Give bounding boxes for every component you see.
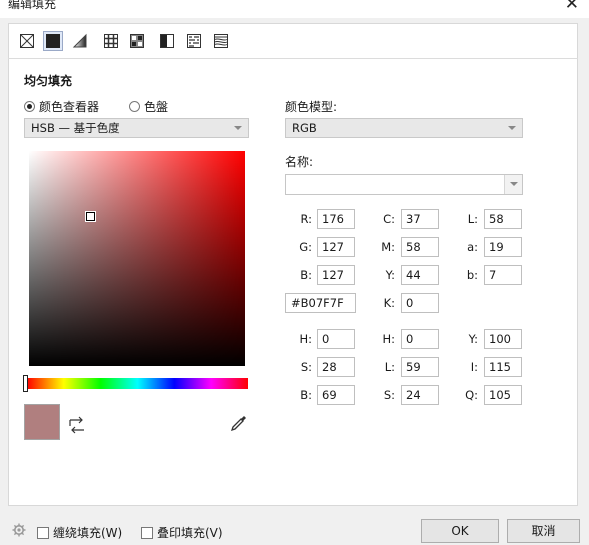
lab-b-field[interactable]: 7: [484, 265, 522, 285]
color-model-label: 颜色模型:: [285, 100, 338, 114]
r-field[interactable]: 176: [317, 209, 355, 229]
hls-s-label: S:: [383, 388, 395, 402]
color-viewer-label: 颜色查看器: [39, 100, 100, 114]
name-combo[interactable]: [285, 174, 523, 195]
color-model-value: RGB: [292, 121, 317, 135]
m-label: M:: [381, 240, 395, 254]
viewer-select-value: HSB — 基于色度: [31, 121, 120, 135]
hls-h-label: H:: [382, 332, 395, 346]
m-field[interactable]: 58: [401, 237, 439, 257]
name-label: 名称:: [285, 155, 314, 169]
wrap-fill-checkbox[interactable]: 缠绕填充(W): [37, 524, 122, 541]
uniform-fill-icon[interactable]: [43, 31, 63, 51]
cmyk-y-field[interactable]: 44: [401, 265, 439, 285]
hue-slider-handle[interactable]: [23, 375, 28, 392]
hsb-h-field[interactable]: 0: [317, 329, 355, 349]
color-model-select[interactable]: RGB: [285, 118, 523, 138]
b-field[interactable]: 127: [317, 265, 355, 285]
color-viewer-radio[interactable]: 颜色查看器: [24, 98, 99, 115]
k-field[interactable]: 0: [401, 293, 439, 313]
title-bar: 编辑填充 ✕: [0, 0, 589, 18]
overprint-fill-checkbox[interactable]: 叠印填充(V): [141, 524, 223, 541]
k-label: K:: [383, 296, 395, 310]
hex-color-field[interactable]: #B07F7F: [285, 293, 356, 313]
hls-l-field[interactable]: 59: [401, 357, 439, 377]
lab-l-field[interactable]: 58: [484, 209, 522, 229]
g-field[interactable]: 127: [317, 237, 355, 257]
lab-l-label: L:: [467, 212, 478, 226]
yiq-q-field[interactable]: 105: [484, 385, 522, 405]
fountain-fill-icon[interactable]: [70, 31, 90, 51]
texture-fill-icon[interactable]: [184, 31, 204, 51]
vector-pattern-icon[interactable]: [101, 31, 121, 51]
hsb-s-label: S:: [300, 360, 312, 374]
g-label: G:: [299, 240, 312, 254]
saturation-brightness-picker[interactable]: [29, 151, 245, 366]
radio-dot: [129, 101, 140, 112]
current-color-swatch: [24, 404, 60, 440]
r-label: R:: [300, 212, 312, 226]
yiq-q-label: Q:: [465, 388, 478, 402]
c-label: C:: [383, 212, 395, 226]
checkbox-box: [37, 526, 49, 539]
hsb-h-label: H:: [299, 332, 312, 346]
lab-a-label: a:: [467, 240, 478, 254]
hsb-b-field[interactable]: 69: [317, 385, 355, 405]
ok-button[interactable]: OK: [421, 519, 499, 543]
swap-color-icon[interactable]: [67, 416, 87, 437]
hls-l-label: L:: [384, 360, 395, 374]
lab-b-label: b:: [466, 268, 478, 282]
no-fill-icon[interactable]: [17, 31, 37, 51]
palette-radio[interactable]: 色盤: [129, 98, 168, 115]
close-icon[interactable]: ✕: [565, 0, 579, 14]
chevron-down-icon[interactable]: [504, 175, 522, 194]
hsb-s-field[interactable]: 28: [317, 357, 355, 377]
section-title: 均匀填充: [24, 74, 73, 88]
eyedropper-icon[interactable]: [230, 414, 248, 435]
window-title: 编辑填充: [8, 0, 57, 11]
b-label: B:: [300, 268, 312, 282]
hls-h-field[interactable]: 0: [401, 329, 439, 349]
hls-s-field[interactable]: 24: [401, 385, 439, 405]
wrap-fill-label: 缠绕填充(W): [53, 526, 123, 540]
two-color-pattern-icon[interactable]: [157, 31, 177, 51]
yiq-i-label: I:: [470, 360, 478, 374]
palette-label: 色盤: [144, 100, 169, 114]
hsb-b-label: B:: [300, 388, 312, 402]
toolbar-divider: [8, 58, 578, 59]
yiq-i-field[interactable]: 115: [484, 357, 522, 377]
bitmap-pattern-icon[interactable]: [127, 31, 147, 51]
chevron-down-icon: [234, 126, 242, 130]
lab-a-field[interactable]: 19: [484, 237, 522, 257]
radio-dot: [24, 101, 35, 112]
checkbox-box: [141, 526, 153, 539]
gear-icon[interactable]: [12, 523, 26, 540]
cmyk-y-label: Y:: [385, 268, 395, 282]
postscript-fill-icon[interactable]: [211, 31, 231, 51]
c-field[interactable]: 37: [401, 209, 439, 229]
cancel-button[interactable]: 取消: [507, 519, 580, 543]
chevron-down-icon: [508, 126, 516, 130]
overprint-fill-label: 叠印填充(V): [157, 526, 223, 540]
hue-slider[interactable]: [27, 378, 248, 389]
yiq-y-field[interactable]: 100: [484, 329, 522, 349]
picker-handle[interactable]: [85, 211, 96, 222]
yiq-y-label: Y:: [468, 332, 478, 346]
viewer-select[interactable]: HSB — 基于色度: [24, 118, 249, 138]
